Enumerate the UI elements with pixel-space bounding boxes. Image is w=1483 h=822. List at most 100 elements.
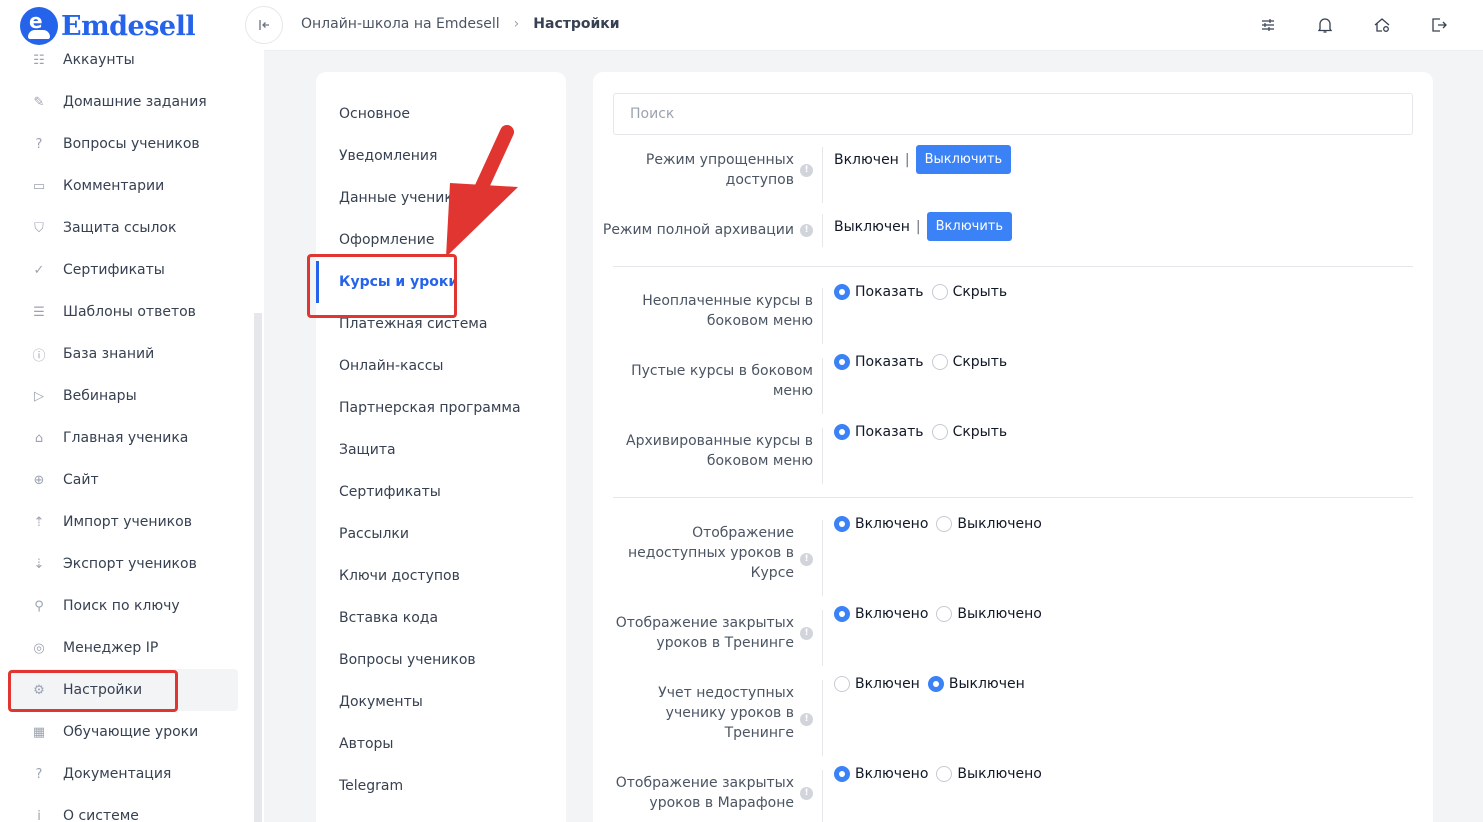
toggle-mode-button[interactable]: Включить — [926, 212, 1012, 241]
sidebar-item[interactable]: ▦ Обучающие уроки — [0, 711, 254, 753]
radio-button[interactable] — [936, 606, 953, 622]
red-arrow-annotation — [446, 125, 518, 257]
setting-label-line: Режим полной архивации — [602, 222, 794, 238]
radio-button[interactable] — [834, 284, 850, 300]
sidebar-item[interactable]: ▷ Вебинары — [0, 375, 254, 417]
radio-button[interactable] — [834, 766, 850, 782]
bell-icon[interactable] — [1315, 15, 1335, 35]
sidebar-item[interactable]: ✓ Сертификаты — [0, 249, 254, 291]
radio-button[interactable] — [936, 766, 953, 782]
settings-nav-item[interactable]: Партнерская программа — [339, 398, 521, 418]
search-icon: ⚲ — [34, 598, 44, 614]
sidebar-item[interactable]: ◎ Менеджер IP — [0, 627, 254, 669]
sidebar-scrollbar[interactable] — [254, 313, 262, 822]
radio-option[interactable]: Скрыть — [931, 284, 1007, 300]
toggle-mode-button[interactable]: Выключить — [915, 145, 1012, 174]
radio-option[interactable]: Выключено — [936, 516, 1042, 532]
radio-option[interactable]: Выключено — [936, 606, 1042, 622]
setting-value: Выключен | Включить — [834, 212, 1012, 241]
setting-label-line: Пустые курсы в боковом — [631, 363, 813, 379]
radio-option[interactable]: Показать — [834, 284, 924, 300]
radio-button[interactable] — [834, 606, 850, 622]
setting-label: Отображение закрытых уроков в Марафоне — [616, 773, 794, 813]
radio-button[interactable] — [936, 516, 953, 532]
radio-option[interactable]: Скрыть — [931, 354, 1007, 370]
target-icon: ◎ — [33, 640, 45, 656]
sidebar-item[interactable]: ⚲ Поиск по ключу — [0, 585, 254, 627]
radio-button[interactable] — [834, 354, 850, 370]
settings-nav-item[interactable]: Оформление — [339, 230, 434, 250]
sliders-icon[interactable] — [1258, 15, 1278, 35]
logout-icon[interactable] — [1429, 15, 1449, 35]
collapse-sidebar-button[interactable] — [245, 6, 283, 44]
sidebar-item[interactable]: ✎ Домашние задания — [0, 81, 254, 123]
radio-button[interactable] — [931, 354, 948, 370]
radio-option[interactable]: Показать — [834, 354, 924, 370]
radio-button[interactable] — [931, 424, 948, 440]
settings-nav-item[interactable]: Защита — [339, 440, 396, 460]
info-icon[interactable]: ! — [800, 224, 813, 237]
info-icon[interactable]: ! — [800, 164, 813, 177]
sidebar-item[interactable]: ? Вопросы учеников — [0, 123, 254, 165]
settings-nav-item[interactable]: Вопросы учеников — [339, 650, 476, 670]
sidebar-item[interactable]: ☰ Шаблоны ответов — [0, 291, 254, 333]
radio-option[interactable]: Выключено — [936, 766, 1042, 782]
status-text: Выключен — [834, 218, 910, 235]
radio-label: Скрыть — [952, 424, 1008, 440]
radio-option[interactable]: Выключен — [927, 676, 1025, 692]
sidebar-item-label: Поиск по ключу — [63, 598, 180, 614]
radio-option[interactable]: Включено — [834, 606, 928, 622]
radio-option[interactable]: Показать — [834, 424, 924, 440]
sidebar-item[interactable]: ⓘ База знаний — [0, 333, 254, 375]
settings-nav-item[interactable]: Telegram — [339, 776, 403, 796]
row-divider — [822, 214, 823, 247]
radio-label: Показать — [855, 424, 924, 440]
info-icon[interactable]: ! — [800, 787, 813, 800]
info-icon[interactable]: ! — [800, 553, 813, 566]
radio-button[interactable] — [931, 284, 948, 300]
setting-label: Режим полной архивации — [603, 220, 794, 240]
info-icon[interactable]: ! — [800, 627, 813, 640]
brand-name: Emdesell — [61, 10, 196, 42]
settings-nav-item[interactable]: Вставка кода — [339, 608, 438, 628]
sidebar-item[interactable]: i О системе — [0, 795, 254, 822]
sidebar-item-label: Вебинары — [63, 388, 137, 404]
radio-button[interactable] — [834, 424, 850, 440]
sidebar-item[interactable]: ⇣ Экспорт учеников — [0, 543, 254, 585]
sidebar-item-label: Аккаунты — [63, 52, 135, 68]
info-icon[interactable]: ! — [800, 713, 813, 726]
sidebar-item[interactable]: ⇡ Импорт учеников — [0, 501, 254, 543]
setting-label-line: Курсе — [750, 565, 794, 581]
section-divider — [613, 266, 1413, 267]
settings-nav-item[interactable]: Онлайн-кассы — [339, 356, 444, 376]
settings-nav-item[interactable]: Авторы — [339, 734, 394, 754]
settings-nav-item[interactable]: Рассылки — [339, 524, 409, 544]
settings-nav-item[interactable]: Сертификаты — [339, 482, 441, 502]
radio-button[interactable] — [834, 516, 850, 532]
sidebar-item[interactable]: ? Документация — [0, 753, 254, 795]
sidebar-item[interactable]: ▭ Комментарии — [0, 165, 254, 207]
separator: | — [915, 218, 921, 235]
radio-option[interactable]: Включено — [834, 516, 928, 532]
radio-button[interactable] — [927, 676, 944, 692]
sidebar-item[interactable]: ⊕ Сайт — [0, 459, 254, 501]
settings-search-input[interactable] — [613, 93, 1413, 135]
settings-nav-item[interactable]: Документы — [339, 692, 423, 712]
setting-value: Включено Выключено — [834, 606, 1050, 622]
settings-nav-item[interactable]: Уведомления — [339, 146, 437, 166]
radio-option[interactable]: Включен — [834, 676, 920, 692]
sidebar-item-label: Главная ученика — [63, 430, 189, 446]
sidebar-item[interactable]: ⛉ Защита ссылок — [0, 207, 254, 249]
settings-nav-item[interactable]: Основное — [339, 104, 410, 124]
row-divider — [822, 358, 823, 414]
radio-option[interactable]: Скрыть — [931, 424, 1008, 440]
radio-option[interactable]: Включено — [834, 766, 928, 782]
sidebar-item[interactable]: ⌂ Главная ученика — [0, 417, 254, 459]
home-settings-icon[interactable] — [1372, 15, 1392, 35]
play-icon: ▷ — [34, 388, 44, 404]
radio-button[interactable] — [834, 676, 850, 692]
breadcrumb-school[interactable]: Онлайн-школа на Emdesell — [301, 16, 500, 32]
settings-nav-item[interactable]: Ключи доступов — [339, 566, 460, 586]
sidebar-item-label: База знаний — [63, 346, 155, 362]
sidebar-item[interactable]: ☷ Аккаунты — [0, 39, 254, 81]
